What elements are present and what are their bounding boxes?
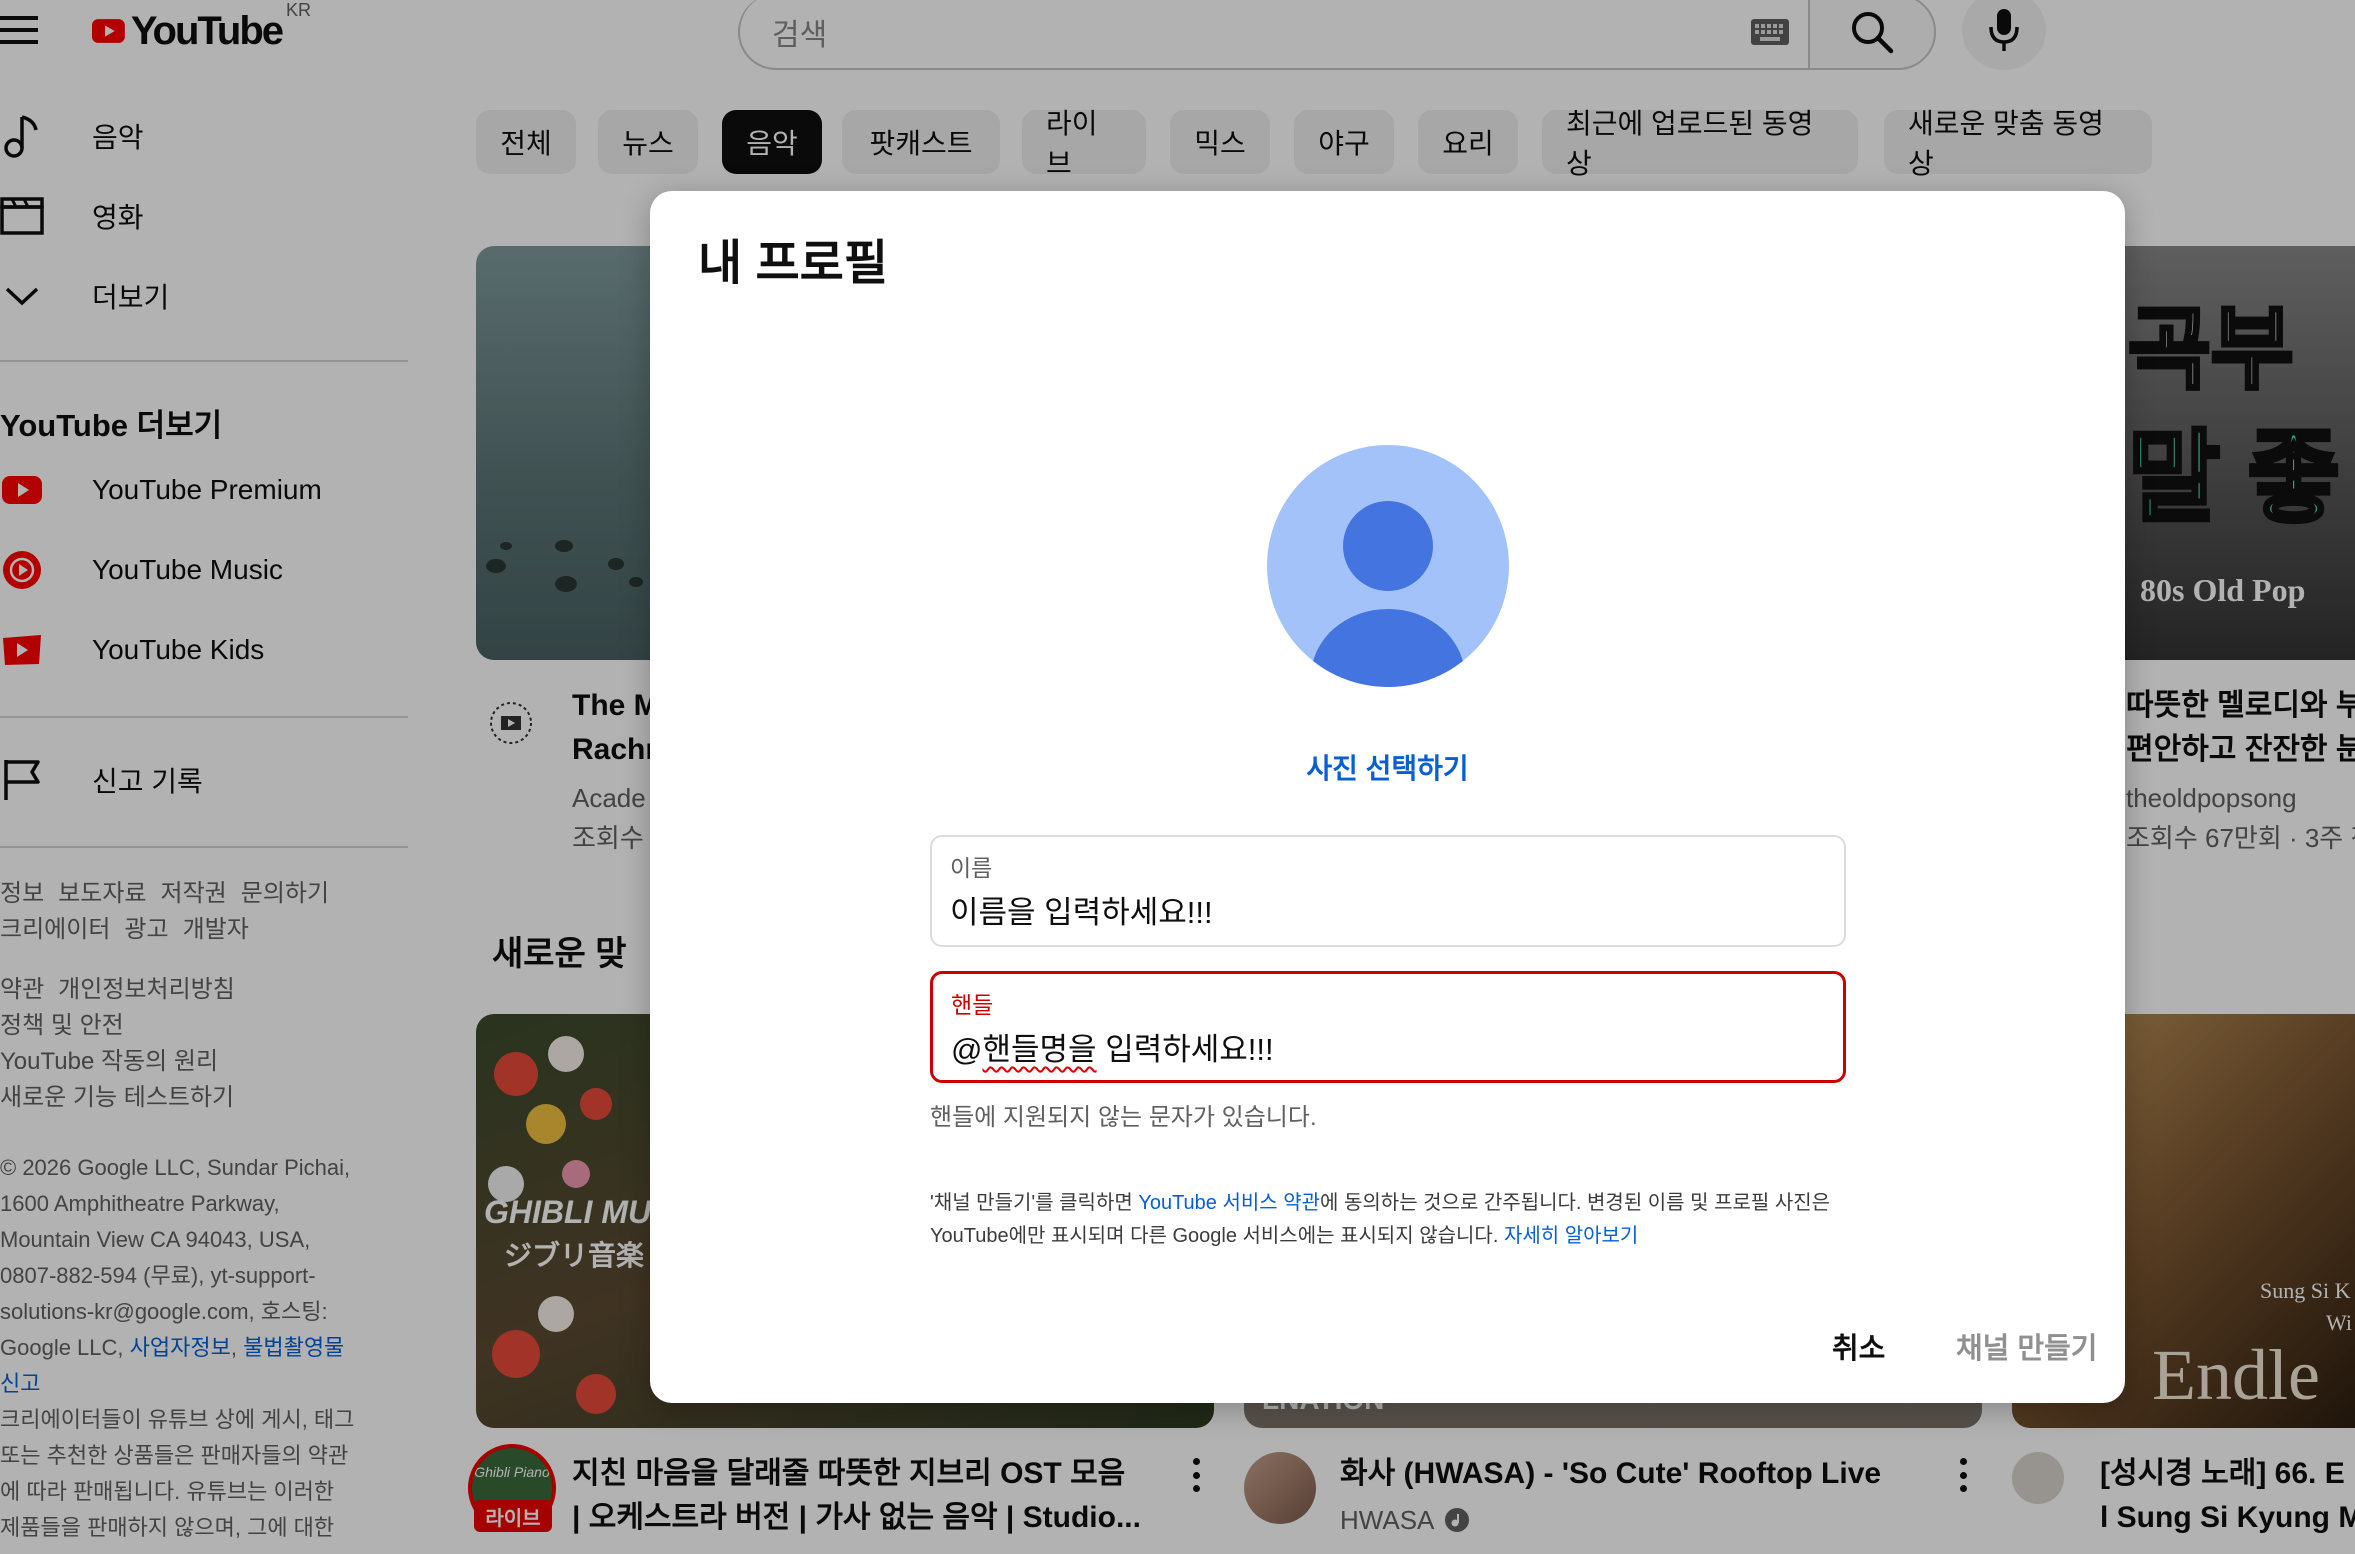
name-field-label: 이름 — [950, 855, 993, 881]
handle-field[interactable]: 핸들 @핸들명을 입력하세요!!! — [930, 971, 1846, 1083]
handle-misspelled-word: 핸들명을 — [982, 1032, 1097, 1067]
select-photo-link[interactable]: 사진 선택하기 — [650, 747, 2125, 787]
profile-avatar[interactable] — [1267, 445, 1509, 687]
handle-input[interactable]: @핸들명을 입력하세요!!! — [951, 1024, 1274, 1069]
cancel-button[interactable]: 취소 — [1832, 1325, 1885, 1367]
profile-dialog: 내 프로필 사진 선택하기 이름 이름을 입력하세요!!! 핸들 @핸들명을 입… — [650, 191, 2125, 1403]
terms-text: '채널 만들기'를 클릭하면 YouTube 서비스 약관에 동의하는 것으로 … — [930, 1187, 1870, 1253]
handle-error-message: 핸들에 지원되지 않는 문자가 있습니다. — [930, 1104, 1317, 1131]
name-field[interactable]: 이름 이름을 입력하세요!!! — [930, 835, 1846, 947]
default-user-icon — [1311, 501, 1465, 687]
terms-of-service-link[interactable]: YouTube 서비스 약관 — [1138, 1192, 1320, 1214]
handle-rest: 입력하세요!!! — [1096, 1032, 1274, 1067]
name-input[interactable]: 이름을 입력하세요!!! — [950, 887, 1213, 932]
handle-prefix: @ — [951, 1032, 983, 1067]
handle-field-label: 핸들 — [951, 992, 994, 1018]
terms-text-part: 에 동의하는 것으로 간주됩니다. 변경된 이름 및 프로필 사진은 — [1320, 1192, 1831, 1214]
create-channel-button[interactable]: 채널 만들기 — [1956, 1325, 2097, 1367]
dialog-title: 내 프로필 — [698, 237, 888, 290]
terms-text-part: YouTube에만 표시되며 다른 Google 서비스에는 표시되지 않습니다… — [930, 1225, 1504, 1247]
terms-text-part: '채널 만들기'를 클릭하면 — [930, 1192, 1139, 1214]
learn-more-link[interactable]: 자세히 알아보기 — [1504, 1225, 1638, 1247]
